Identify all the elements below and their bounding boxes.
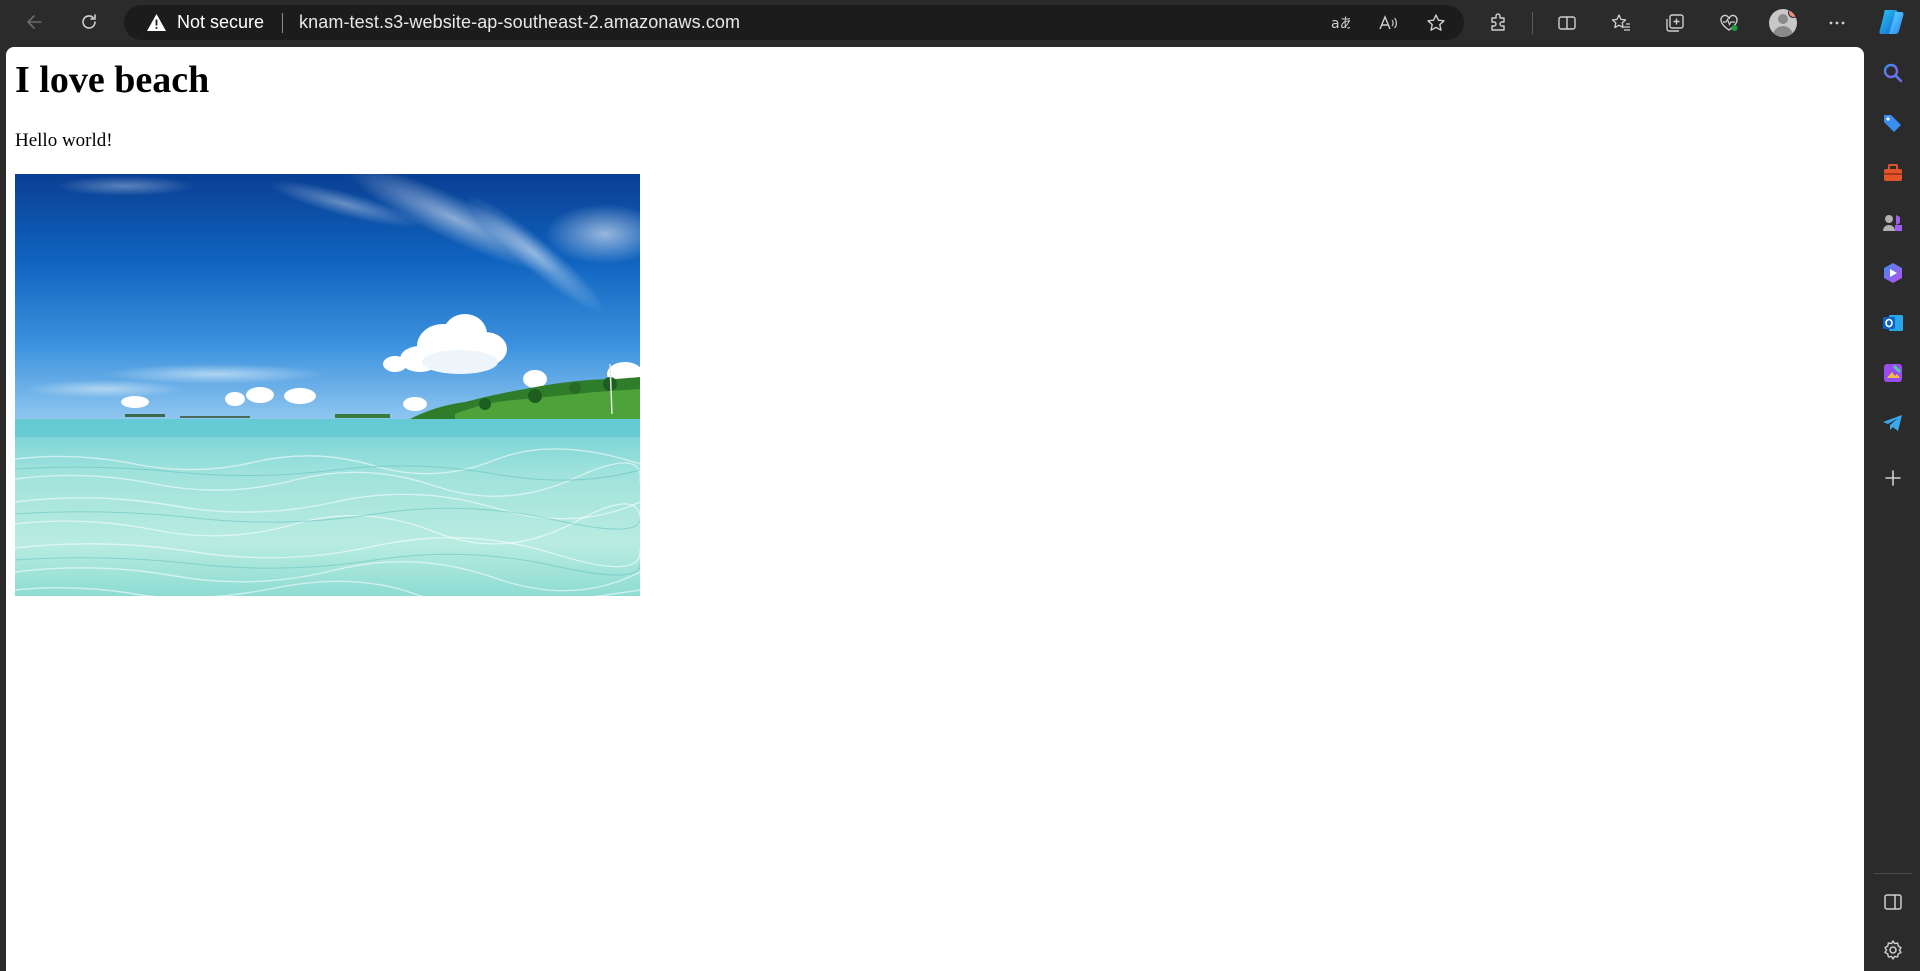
- sidebar-games-button[interactable]: [1880, 210, 1906, 236]
- more-options-button[interactable]: [1817, 5, 1857, 41]
- translate-button[interactable]: aあ: [1320, 5, 1360, 41]
- copilot-app-icon: [1884, 263, 1902, 283]
- browser-essentials-button[interactable]: [1709, 5, 1749, 41]
- favorites-icon: [1611, 14, 1630, 31]
- designer-icon: [1884, 364, 1902, 382]
- notification-dot: [1788, 9, 1797, 18]
- copilot-icon: [1879, 10, 1904, 34]
- add-favorite-button[interactable]: [1416, 5, 1456, 41]
- warning-icon: [147, 14, 166, 31]
- security-indicator[interactable]: Not secure: [146, 12, 264, 33]
- sidebar-add-button[interactable]: [1880, 465, 1906, 491]
- address-bar-actions: aあ: [1320, 5, 1456, 40]
- split-screen-icon: [1558, 16, 1576, 30]
- favorites-button[interactable]: [1601, 5, 1641, 41]
- profile-avatar: [1769, 9, 1797, 37]
- read-aloud-icon: [1379, 14, 1397, 29]
- sidebar-divider: [1874, 873, 1912, 874]
- sidebar-tools-button[interactable]: [1880, 160, 1906, 186]
- outlook-icon: [1883, 315, 1903, 331]
- url-text[interactable]: knam-test.s3-website-ap-southeast-2.amaz…: [299, 12, 740, 33]
- read-aloud-button[interactable]: [1368, 5, 1408, 41]
- sidebar-shopping-button[interactable]: [1880, 110, 1906, 136]
- sidebar-copilot-button[interactable]: [1880, 260, 1906, 286]
- sidebar-telegram-button[interactable]: [1880, 410, 1906, 436]
- security-label: Not secure: [177, 12, 265, 32]
- browser-essentials-icon: [1720, 14, 1738, 31]
- sidebar-search-button[interactable]: [1880, 60, 1906, 86]
- sidebar-toggle-icon: [1884, 894, 1902, 910]
- page-paragraph: Hello world!: [15, 130, 113, 151]
- svg-text:aあ: aあ: [1331, 16, 1350, 32]
- search-icon: [1883, 63, 1903, 83]
- more-options-icon: [1829, 21, 1845, 25]
- tools-icon: [1884, 164, 1902, 181]
- browser-toolbar: Not secure knam-test.s3-website-ap-south…: [0, 0, 1920, 45]
- profile-button[interactable]: [1763, 5, 1803, 41]
- toolbar-right: [1478, 3, 1857, 43]
- sidebar-settings-button[interactable]: [1880, 937, 1906, 963]
- shopping-tag-icon: [1884, 115, 1901, 132]
- sidebar-outlook-button[interactable]: [1880, 310, 1906, 336]
- back-button[interactable]: [15, 4, 55, 40]
- web-page-content: I love beach Hello world!: [6, 47, 1864, 971]
- translate-icon: aあ: [1331, 16, 1350, 32]
- address-separator: [282, 12, 284, 33]
- sidebar-designer-button[interactable]: [1880, 360, 1906, 386]
- edge-sidebar: [1866, 47, 1920, 971]
- beach-image: [15, 174, 640, 596]
- collections-button[interactable]: [1655, 5, 1695, 41]
- toolbar-divider: [1532, 12, 1533, 34]
- copilot-button[interactable]: [1876, 6, 1908, 38]
- refresh-icon: [82, 14, 96, 29]
- settings-icon: [1884, 940, 1902, 960]
- back-arrow-icon: [27, 15, 42, 29]
- favorite-star-icon: [1427, 13, 1445, 31]
- refresh-button[interactable]: [69, 4, 109, 40]
- address-bar[interactable]: Not secure knam-test.s3-website-ap-south…: [124, 5, 1464, 40]
- games-icon: [1883, 215, 1902, 231]
- collections-icon: [1666, 14, 1684, 32]
- split-screen-button[interactable]: [1547, 5, 1587, 41]
- sidebar-toggle-button[interactable]: [1880, 889, 1906, 915]
- extensions-button[interactable]: [1478, 5, 1518, 41]
- telegram-icon: [1883, 415, 1902, 431]
- page-heading: I love beach: [15, 59, 210, 101]
- extensions-icon: [1491, 13, 1505, 31]
- add-icon: [1885, 470, 1901, 486]
